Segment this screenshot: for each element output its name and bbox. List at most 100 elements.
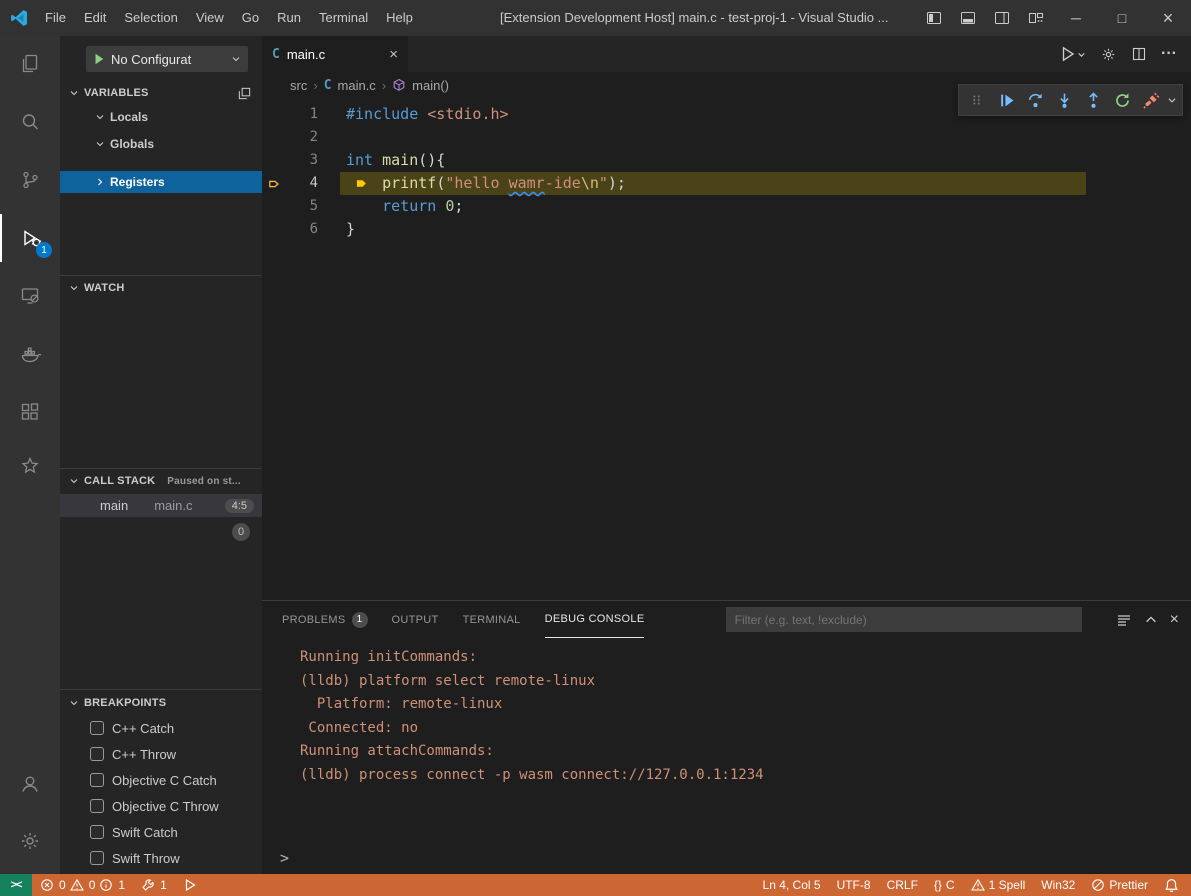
activity-extensions[interactable] (0, 388, 60, 436)
run-file-icon[interactable] (1059, 45, 1086, 63)
variables-section-header[interactable]: VARIABLES (60, 82, 262, 104)
checkbox-unchecked[interactable] (90, 825, 104, 839)
configure-gear-icon[interactable] (1100, 46, 1117, 63)
close-button[interactable]: × (1145, 0, 1191, 36)
code-line[interactable]: 5 return 0; (262, 195, 1191, 218)
platform-indicator[interactable]: Win32 (1033, 874, 1083, 896)
code-line-current[interactable]: 4 printf("hello wamr-ide\n"); (262, 172, 1191, 195)
breakpoints-section-header[interactable]: BREAKPOINTS (60, 692, 262, 714)
checkbox-unchecked[interactable] (90, 799, 104, 813)
breakpoint-gutter[interactable] (268, 195, 284, 218)
activity-source-control[interactable] (0, 156, 60, 204)
tab-problems[interactable]: PROBLEMS 1 (282, 601, 368, 638)
tab-output[interactable]: OUTPUT (392, 601, 439, 638)
variables-registers[interactable]: Registers (60, 171, 262, 193)
console-menu-icon[interactable] (1116, 612, 1132, 628)
toggle-secondary-sidebar-icon[interactable] (985, 0, 1019, 36)
debug-current-line-arrow-icon[interactable] (268, 172, 284, 195)
problems-status[interactable]: 0 0 1 (32, 874, 133, 896)
breadcrumb-symbol[interactable]: main() (412, 78, 449, 93)
checkbox-unchecked[interactable] (90, 721, 104, 735)
code-line-text[interactable]: printf("hello wamr-ide\n"); (346, 172, 626, 195)
breakpoint-gutter[interactable] (268, 126, 284, 149)
collapse-all-icon[interactable] (237, 86, 252, 101)
restart-button[interactable] (1109, 87, 1135, 113)
remote-indicator[interactable]: >< (0, 874, 32, 896)
continue-button[interactable] (993, 87, 1019, 113)
call-stack-section-header[interactable]: CALL STACK Paused on st... (60, 470, 262, 492)
more-actions-icon[interactable]: ··· (1161, 45, 1177, 63)
breakpoint-item[interactable]: C++ Throw (60, 742, 262, 766)
activity-remote-explorer[interactable] (0, 272, 60, 320)
customize-layout-icon[interactable] (1019, 0, 1053, 36)
cursor-position[interactable]: Ln 4, Col 5 (755, 874, 829, 896)
menu-help[interactable]: Help (377, 0, 422, 36)
code-line-text[interactable]: return 0; (346, 195, 463, 218)
activity-run-debug[interactable]: 1 (0, 214, 60, 262)
tab-close-icon[interactable]: × (389, 46, 398, 63)
start-debugging-icon[interactable] (92, 52, 106, 66)
disconnect-button[interactable] (1138, 87, 1164, 113)
debug-status[interactable] (175, 874, 205, 896)
menu-selection[interactable]: Selection (115, 0, 186, 36)
breadcrumb-folder[interactable]: src (290, 78, 307, 93)
tab-terminal[interactable]: TERMINAL (463, 601, 521, 638)
spell-checker-status[interactable]: 1 Spell (963, 874, 1034, 896)
breakpoint-gutter[interactable] (268, 149, 284, 172)
debug-config-select[interactable]: No Configurat (86, 46, 248, 72)
step-into-button[interactable] (1051, 87, 1077, 113)
maximize-button[interactable]: □ (1099, 0, 1145, 36)
tab-main-c[interactable]: C main.c × (262, 36, 408, 72)
call-stack-frame[interactable]: main main.c 4:5 (60, 494, 262, 517)
tab-debug-console[interactable]: DEBUG CONSOLE (545, 601, 645, 638)
variables-globals[interactable]: Globals (60, 133, 262, 155)
language-mode[interactable]: {} C (926, 874, 963, 896)
eol-indicator[interactable]: CRLF (879, 874, 926, 896)
debug-console-input[interactable]: > (262, 846, 1191, 870)
code-line-text[interactable]: } (346, 218, 355, 241)
encoding-indicator[interactable]: UTF-8 (829, 874, 879, 896)
activity-settings[interactable] (0, 817, 60, 865)
breakpoint-gutter[interactable] (268, 218, 284, 241)
code-line[interactable]: 3 int main(){ (262, 149, 1191, 172)
checkbox-unchecked[interactable] (90, 773, 104, 787)
console-filter-input[interactable] (726, 607, 1082, 632)
toggle-sidebar-icon[interactable] (917, 0, 951, 36)
maximize-panel-icon[interactable] (1144, 613, 1158, 627)
watch-section-header[interactable]: WATCH (60, 277, 262, 299)
activity-explorer[interactable] (0, 40, 60, 88)
step-out-button[interactable] (1080, 87, 1106, 113)
breakpoint-gutter[interactable] (268, 103, 284, 126)
menu-terminal[interactable]: Terminal (310, 0, 377, 36)
activity-docker[interactable] (0, 330, 60, 378)
activity-star[interactable] (0, 442, 60, 490)
breadcrumb-file[interactable]: main.c (338, 78, 376, 93)
breakpoint-item[interactable]: Swift Throw (60, 846, 262, 870)
checkbox-unchecked[interactable] (90, 747, 104, 761)
menu-view[interactable]: View (187, 0, 233, 36)
menu-run[interactable]: Run (268, 0, 310, 36)
code-line[interactable]: 2 (262, 126, 1191, 149)
chevron-down-icon[interactable] (1167, 95, 1177, 105)
breakpoint-item[interactable]: C++ Catch (60, 716, 262, 740)
close-panel-icon[interactable]: × (1170, 611, 1179, 629)
variables-locals[interactable]: Locals (60, 106, 262, 128)
split-editor-icon[interactable] (1131, 46, 1147, 62)
tools-status[interactable]: 1 (133, 874, 175, 896)
breakpoint-item[interactable]: Objective C Throw (60, 794, 262, 818)
minimize-button[interactable]: ─ (1053, 0, 1099, 36)
code-line[interactable]: 6 } (262, 218, 1191, 241)
activity-account[interactable] (0, 760, 60, 808)
code-line-text[interactable]: int main(){ (346, 149, 445, 172)
notifications-bell[interactable] (1156, 874, 1191, 896)
step-over-button[interactable] (1022, 87, 1048, 113)
breakpoint-item[interactable]: Objective C Catch (60, 768, 262, 792)
checkbox-unchecked[interactable] (90, 851, 104, 865)
formatter-status[interactable]: Prettier (1083, 874, 1156, 896)
menu-edit[interactable]: Edit (75, 0, 115, 36)
breakpoint-item[interactable]: Swift Catch (60, 820, 262, 844)
toggle-panel-icon[interactable] (951, 0, 985, 36)
code-line-text[interactable]: #include <stdio.h> (346, 103, 509, 126)
menu-go[interactable]: Go (233, 0, 268, 36)
toolbar-drag-grip[interactable] (964, 87, 990, 113)
